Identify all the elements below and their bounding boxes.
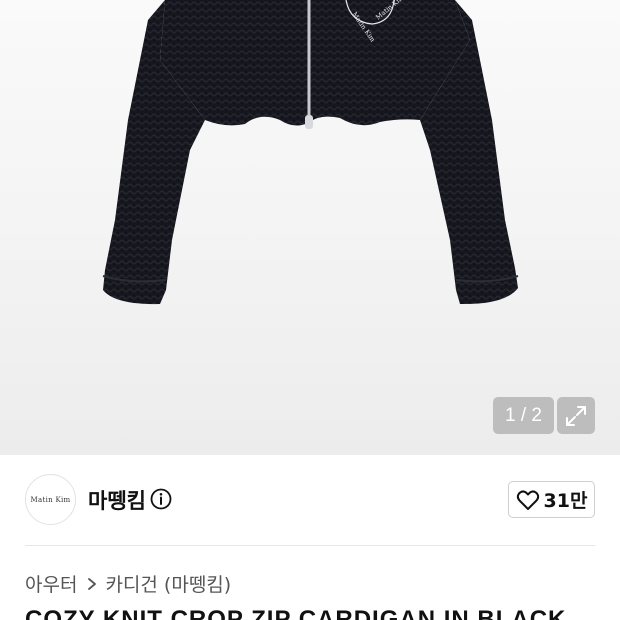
- info-icon[interactable]: [150, 488, 172, 510]
- avatar-text: Matin Kim: [30, 495, 71, 504]
- like-count: 31만: [543, 490, 588, 512]
- product-image: Matin Kim Matin Kim: [102, 0, 519, 305]
- chevron-right-icon: [87, 577, 97, 591]
- product-image-gallery[interactable]: Matin Kim Matin Kim 1 / 2: [0, 0, 620, 455]
- breadcrumb: 아우터 카디건 (마뗑킴): [25, 570, 231, 597]
- seller-row: Matin Kim 마뗑킴 31만: [0, 455, 620, 545]
- seller-name[interactable]: 마뗑킴: [88, 485, 146, 515]
- divider: [25, 545, 595, 546]
- product-title: COZY KNIT CROP ZIP CARDIGAN IN BLACK: [25, 606, 567, 620]
- breadcrumb-subcategory[interactable]: 카디건 (마뗑킴): [105, 570, 231, 597]
- breadcrumb-category[interactable]: 아우터: [25, 570, 77, 597]
- seller-avatar[interactable]: Matin Kim: [25, 474, 76, 525]
- like-button[interactable]: 31만: [508, 481, 595, 518]
- expand-button[interactable]: [557, 397, 595, 434]
- image-counter: 1 / 2: [493, 397, 554, 434]
- heart-icon: [516, 489, 539, 510]
- expand-icon: [566, 405, 586, 426]
